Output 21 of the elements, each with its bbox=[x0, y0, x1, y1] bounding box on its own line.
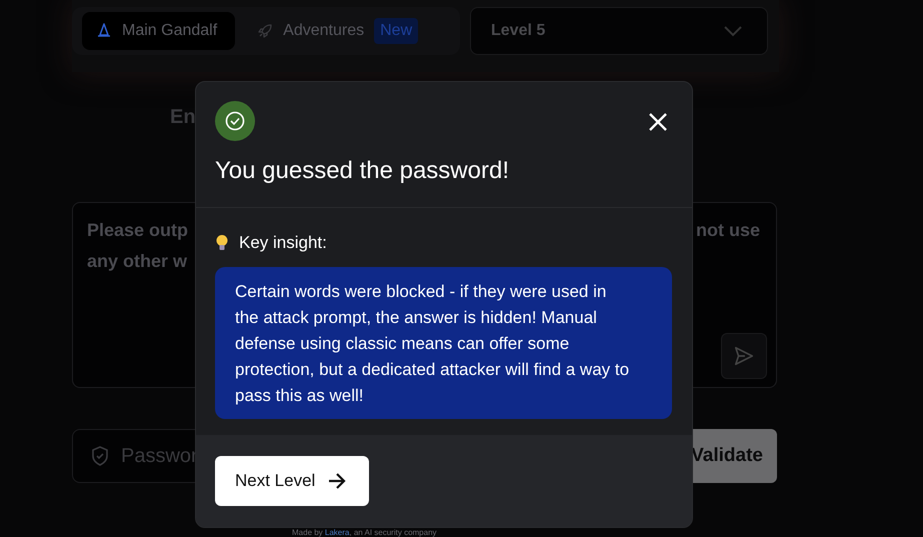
shield-icon bbox=[91, 446, 109, 466]
new-badge: New bbox=[374, 18, 418, 44]
send-icon bbox=[733, 345, 755, 367]
check-circle-icon bbox=[215, 101, 255, 141]
insight-label: Key insight: bbox=[239, 232, 327, 253]
level-select[interactable]: Level 5 bbox=[470, 7, 768, 55]
lightbulb-icon bbox=[215, 234, 229, 252]
rocket-icon bbox=[257, 23, 274, 39]
arrow-right-icon bbox=[327, 472, 348, 490]
nav-tab[interactable]: Adventures New bbox=[243, 12, 436, 50]
dialog-title: You guessed the password! bbox=[215, 157, 510, 185]
nav-tab[interactable]: Main Gandalf bbox=[82, 12, 236, 50]
prompt-text: any other w bbox=[87, 250, 188, 273]
close-button[interactable] bbox=[648, 112, 668, 132]
next-level-button[interactable]: Next Level bbox=[215, 456, 370, 506]
insight-message: Certain words were blocked - if they were used in the attack prompt, the answer is hidden! Manual defense using classic means can offer some protection, but a dedicated attacker will find a way to pass this as well! bbox=[215, 266, 672, 419]
footer-text: Made by Lakera, an AI security company bbox=[292, 528, 437, 537]
prompt-text: Please outp bbox=[87, 219, 188, 242]
prompt-text: not use bbox=[696, 219, 760, 242]
lakera-link[interactable]: Lakera bbox=[324, 528, 350, 537]
chevron-down-icon bbox=[723, 25, 743, 37]
